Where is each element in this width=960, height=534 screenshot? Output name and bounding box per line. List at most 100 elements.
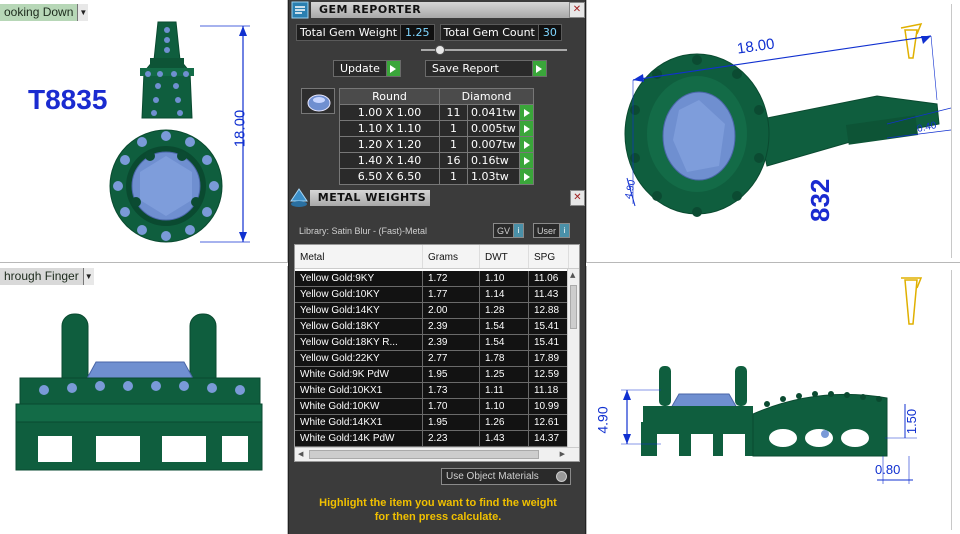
app-window: ooking Down ▼ T8835 18.00 18.00 4.90 0.4… [0, 0, 960, 534]
metal-weights-table[interactable]: Metal Grams DWT SPG Yellow Gold:9KY 1.72 1… [294, 244, 580, 462]
table-row[interactable]: White Gold:14K PdW 2.23 1.43 14.37 [295, 431, 569, 447]
column-header-grams[interactable]: Grams [423, 245, 480, 268]
metal-spg: 11.43 [534, 289, 559, 300]
viewport-border [951, 4, 952, 258]
round-gem-icon[interactable] [301, 88, 335, 114]
table-row[interactable]: 1.40 X 1.40 16 0.16tw [339, 152, 534, 169]
table-row[interactable]: White Gold:9K PdW 1.95 1.25 12.59 [295, 367, 569, 383]
metal-table-header: Metal Grams DWT SPG [295, 245, 579, 269]
metal-spg: 15.41 [534, 337, 560, 348]
metal-dwt: 1.28 [480, 303, 529, 318]
metal-dwt: 1.54 [480, 319, 529, 334]
viewport-top-left[interactable]: ooking Down ▼ T8835 18.00 [0, 0, 288, 263]
metal-name: Yellow Gold:14KY [295, 303, 423, 318]
table-row[interactable]: Yellow Gold:18KY R... 2.39 1.54 15.41 [295, 335, 569, 351]
scroll-up-icon[interactable]: ▲ [570, 271, 575, 279]
column-header-metal[interactable]: Metal [295, 245, 423, 268]
scroll-right-icon[interactable]: ▶ [560, 450, 565, 458]
save-report-button[interactable]: Save Report [424, 60, 547, 77]
table-row[interactable]: Yellow Gold:18KY 2.39 1.54 15.41 [295, 319, 569, 335]
gem-reporter-titlebar[interactable]: GEM REPORTER ✕ [289, 0, 587, 20]
update-button[interactable]: Update [333, 60, 401, 77]
total-gem-count-label: Total Gem Count [443, 26, 535, 39]
instructions-line-1: Highlight the item you want to find the … [319, 497, 557, 509]
gem-size: 1.20 X 1.20 [339, 136, 440, 153]
viewport-bottom-left[interactable]: hrough Finger ▼ [0, 266, 288, 534]
use-object-materials-toggle[interactable]: Use Object Materials [441, 468, 571, 485]
metal-weights-titlebar[interactable]: METAL WEIGHTS ✕ [289, 186, 587, 210]
table-row[interactable]: 1.10 X 1.10 1 0.005tw [339, 120, 534, 137]
metal-dwt: 1.10 [480, 399, 529, 414]
dimension-bottom-label: 0.80 [875, 462, 901, 477]
viewport-bottom-right[interactable]: 4.90 1.50 0.80 [586, 266, 960, 534]
scroll-left-icon[interactable]: ◀ [298, 450, 303, 458]
close-icon[interactable]: ✕ [569, 190, 585, 206]
metal-dwt: 1.25 [480, 367, 529, 382]
metal-name: White Gold:10KX1 [295, 383, 423, 398]
play-icon [523, 108, 530, 117]
table-row[interactable]: White Gold:14KX1 1.95 1.26 12.61 [295, 415, 569, 431]
table-row[interactable]: White Gold:10KX1 1.73 1.11 11.18 [295, 383, 569, 399]
gem-count: 1 [439, 120, 468, 137]
table-row[interactable]: 1.20 X 1.20 1 0.007tw [339, 136, 534, 153]
gem-size: 1.10 X 1.10 [339, 120, 440, 137]
table-row[interactable]: Yellow Gold:10KY 1.77 1.14 11.43 [295, 287, 569, 303]
metal-name: Yellow Gold:18KY R... [295, 335, 423, 350]
instructions-line-2: for then press calculate. [374, 511, 502, 523]
metal-dwt: 1.78 [480, 351, 529, 366]
gv-label: GV [497, 225, 511, 236]
play-icon [523, 124, 530, 133]
scrollbar-thumb[interactable] [309, 450, 539, 459]
metal-grams: 1.70 [423, 399, 480, 414]
total-gem-weight-value: 1.25 [400, 25, 434, 40]
table-row[interactable]: White Gold:10KW 1.70 1.10 10.99 [295, 399, 569, 415]
gem-size: 6.50 X 6.50 [339, 168, 440, 185]
update-button-label: Update [340, 62, 380, 75]
gem-weight: 0.041tw [467, 104, 520, 121]
table-row[interactable]: Yellow Gold:9KY 1.72 1.10 11.06 [295, 271, 569, 287]
metal-name: White Gold:10KW [295, 399, 423, 414]
select-gem-button[interactable] [519, 168, 534, 185]
select-gem-button[interactable] [519, 136, 534, 153]
metal-weights-icon [289, 186, 310, 210]
table-row[interactable]: 1.00 X 1.00 11 0.041tw [339, 104, 534, 121]
gem-reporter-panel: GEM REPORTER ✕ Total Gem Weight 1.25 Tot… [288, 0, 586, 534]
viewport-top-right[interactable]: 18.00 4.90 0.40 832 [586, 0, 960, 263]
metal-spg: 11.18 [534, 385, 559, 396]
radio-icon[interactable] [556, 471, 567, 482]
pendant-side-view [15, 313, 263, 471]
play-icon [531, 61, 546, 76]
metal-spg: 15.41 [534, 321, 560, 332]
table-row[interactable]: 6.50 X 6.50 1 1.03tw [339, 168, 534, 185]
close-icon[interactable]: ✕ [569, 2, 585, 18]
metal-name: White Gold:14KX1 [295, 415, 423, 430]
column-header-dwt[interactable]: DWT [480, 245, 529, 268]
user-toggle[interactable]: User i [533, 223, 571, 238]
view-gizmo-icon [900, 22, 923, 59]
gem-size: 1.00 X 1.00 [339, 104, 440, 121]
slider-handle[interactable] [435, 45, 445, 55]
gem-weight: 0.007tw [467, 136, 520, 153]
use-object-materials-label: Use Object Materials [446, 471, 539, 482]
gem-table: Round Diamond 1.00 X 1.00 11 0.041tw 1.1… [339, 88, 534, 185]
gv-toggle[interactable]: GV i [493, 223, 525, 238]
total-gem-count: Total Gem Count 30 [439, 24, 562, 41]
column-header-spg[interactable]: SPG [529, 245, 569, 268]
table-row[interactable]: Yellow Gold:14KY 2.00 1.28 12.88 [295, 303, 569, 319]
select-gem-button[interactable] [519, 104, 534, 121]
metal-grams: 1.95 [423, 367, 480, 382]
metal-dwt: 1.10 [480, 271, 529, 286]
metal-name: White Gold:14K PdW [295, 431, 423, 446]
gem-weight: 0.16tw [467, 152, 520, 169]
select-gem-button[interactable] [519, 120, 534, 137]
detail-slider[interactable] [421, 45, 567, 55]
horizontal-scrollbar[interactable]: ◀ ▶ [295, 447, 579, 461]
metal-dwt: 1.11 [480, 383, 529, 398]
metal-grams: 1.95 [423, 415, 480, 430]
metal-grams: 1.72 [423, 271, 480, 286]
table-row[interactable]: Yellow Gold:22KY 2.77 1.78 17.89 [295, 351, 569, 367]
scrollbar-thumb[interactable] [570, 285, 577, 329]
vertical-scrollbar[interactable]: ▲ [567, 269, 579, 449]
save-report-button-label: Save Report [431, 62, 499, 75]
select-gem-button[interactable] [519, 152, 534, 169]
